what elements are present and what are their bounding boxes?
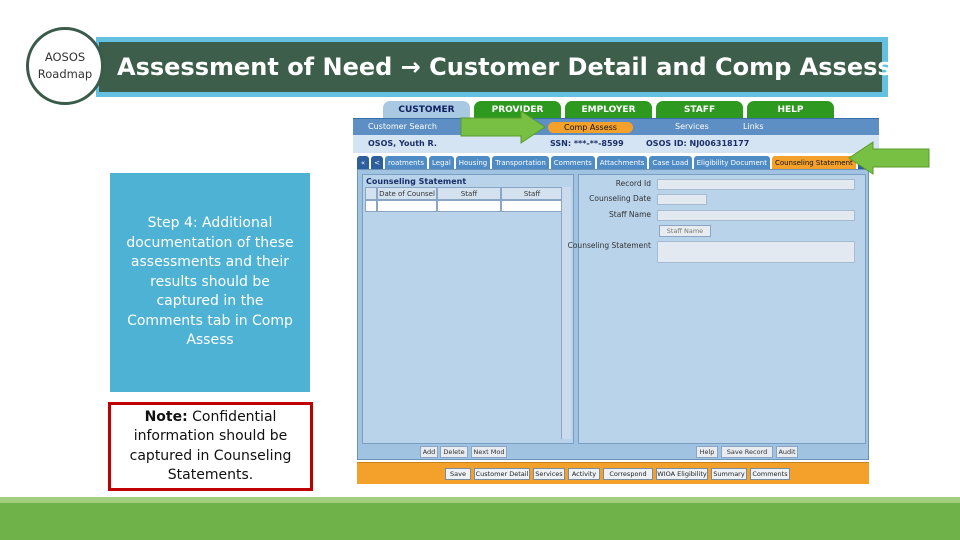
step-callout: Step 4: Additional documentation of thes… <box>110 173 310 392</box>
step-emphasis: Comments tab in Comp Assess <box>127 312 293 349</box>
subtab-comments[interactable]: Comments <box>550 156 595 169</box>
nav-links[interactable]: Links <box>743 122 764 131</box>
record-id-field[interactable] <box>657 179 855 190</box>
app-screenshot: CUSTOMER PROVIDER EMPLOYER STAFF HELP Cu… <box>353 101 879 486</box>
subtab-eligibility-document[interactable]: Eligibility Document <box>693 156 770 169</box>
arrow-right-icon <box>460 110 546 144</box>
roadmap-badge: AOSOS Roadmap <box>26 27 104 105</box>
subtab-counseling-statement[interactable]: Counseling Statement <box>771 156 856 169</box>
subtab-transportation[interactable]: Transportation <box>492 156 549 169</box>
row-checkbox[interactable] <box>365 200 377 212</box>
note-prefix: Note: <box>144 408 188 425</box>
counseling-list-panel: Counseling Statement Date of Counsel Sta… <box>362 174 574 444</box>
subtab-first-icon[interactable]: « <box>357 156 369 169</box>
list-scrollbar[interactable] <box>561 187 571 439</box>
footer-strip <box>0 497 960 540</box>
subtab-case-load[interactable]: Case Load <box>649 156 692 169</box>
subtab-assessments[interactable]: roatments <box>385 156 427 169</box>
col-staff-2[interactable]: Staff <box>501 187 563 200</box>
subtab-prev-icon[interactable]: < <box>371 156 383 169</box>
tab-help[interactable]: HELP <box>747 101 834 118</box>
toolbar-comments-button[interactable]: Comments <box>750 468 790 480</box>
toolbar-services-button[interactable]: Services <box>533 468 565 480</box>
note-text: Note: Confidential information should be… <box>115 408 306 486</box>
label-counseling-statement: Counseling Statement <box>567 241 651 250</box>
customer-info-bar: OSOS, Youth R. SSN: ***-**-8599 OSOS ID:… <box>353 135 879 153</box>
counseling-detail-panel: Record Id Counseling Date Staff Name Sta… <box>568 174 866 444</box>
footer-strip-highlight <box>0 497 960 503</box>
staff-name-button[interactable]: Staff Name <box>659 225 711 237</box>
toolbar-customer-detail-button[interactable]: Customer Detail <box>474 468 530 480</box>
label-staff-name: Staff Name <box>609 210 651 219</box>
staff-name-field[interactable] <box>657 210 855 221</box>
subtab-attachments[interactable]: Attachments <box>596 156 648 169</box>
counseling-date-field[interactable] <box>657 194 707 205</box>
arrow-left-icon <box>848 141 930 175</box>
page-title: Assessment of Need → Customer Detail and… <box>117 53 892 81</box>
label-record-id: Record Id <box>615 179 651 188</box>
col-date-of-counsel[interactable]: Date of Counsel <box>377 187 437 200</box>
toolbar-save-button[interactable]: Save <box>445 468 471 480</box>
nav-customer-search[interactable]: Customer Search <box>368 122 437 131</box>
nav-comp-assess[interactable]: Comp Assess <box>548 122 633 133</box>
row-cell <box>377 200 437 212</box>
row-cell <box>501 200 563 212</box>
list-title: Counseling Statement <box>366 177 467 186</box>
step-prefix: Step 4: <box>147 215 198 232</box>
bottom-toolbar: Save Customer Detail Services Activity C… <box>357 462 869 484</box>
customer-osos-id: OSOS ID: NJ006318177 <box>646 139 750 148</box>
tab-employer[interactable]: EMPLOYER <box>565 101 652 118</box>
note-callout: Note: Confidential information should be… <box>108 402 313 491</box>
customer-ssn: SSN: ***-**-8599 <box>550 139 624 148</box>
toolbar-correspond-button[interactable]: Correspond <box>603 468 653 480</box>
grid-check-header <box>365 187 377 200</box>
step-text: Step 4: Additional documentation of thes… <box>118 214 302 351</box>
nav-services[interactable]: Services <box>675 122 709 131</box>
subtab-legal[interactable]: Legal <box>429 156 454 169</box>
col-staff-1[interactable]: Staff <box>437 187 501 200</box>
row-cell <box>437 200 501 212</box>
toolbar-wioa-eligibility-button[interactable]: WIOA Eligibility <box>656 468 708 480</box>
audit-button[interactable]: Audit <box>776 446 798 458</box>
toolbar-summary-button[interactable]: Summary <box>711 468 747 480</box>
counseling-statement-field[interactable] <box>657 241 855 263</box>
roadmap-line1: AOSOS <box>44 50 86 64</box>
tab-staff[interactable]: STAFF <box>656 101 743 118</box>
toolbar-activity-button[interactable]: Activity <box>568 468 600 480</box>
help-button[interactable]: Help <box>696 446 718 458</box>
title-inner: Assessment of Need → Customer Detail and… <box>99 42 892 92</box>
next-mod-button[interactable]: Next Mod <box>471 446 507 458</box>
main-tabs: CUSTOMER PROVIDER EMPLOYER STAFF HELP <box>383 101 838 118</box>
tab-customer[interactable]: CUSTOMER <box>383 101 470 118</box>
label-counseling-date: Counseling Date <box>589 194 651 203</box>
grid-header: Date of Counsel Staff Staff <box>365 187 563 200</box>
title-bar: Assessment of Need → Customer Detail and… <box>96 37 892 97</box>
sub-nav: Customer Search Comp Assess Services Lin… <box>353 118 879 135</box>
comp-assess-subtabs: « < roatments Legal Housing Transportati… <box>357 156 872 169</box>
roadmap-line2: Roadmap <box>37 67 93 81</box>
customer-name: OSOS, Youth R. <box>368 139 437 148</box>
table-row[interactable] <box>365 200 563 212</box>
add-button[interactable]: Add <box>420 446 438 458</box>
delete-button[interactable]: Delete <box>440 446 468 458</box>
save-record-button[interactable]: Save Record <box>721 446 773 458</box>
subtab-housing[interactable]: Housing <box>455 156 491 169</box>
counseling-panel: Counseling Statement Date of Counsel Sta… <box>357 169 869 460</box>
